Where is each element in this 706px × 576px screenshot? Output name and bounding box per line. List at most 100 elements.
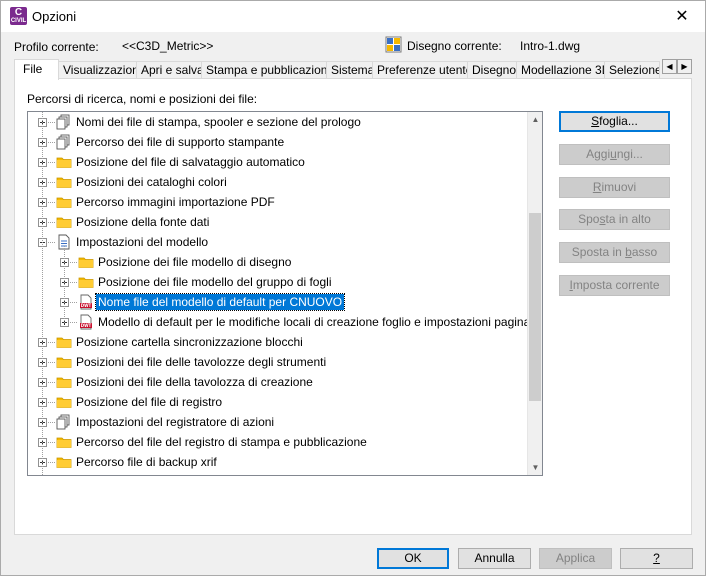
button-label-accelerator: S	[591, 114, 600, 128]
tree-row[interactable]: Posizioni dei cataloghi colori	[28, 172, 527, 192]
folder-icon	[56, 394, 72, 410]
tree-connector	[48, 442, 55, 443]
tree-row-label: Posizioni dei file della tavolozza di cr…	[76, 375, 313, 389]
remove-button[interactable]: Rimuovi	[559, 177, 670, 198]
tree-row[interactable]: Percorso del file del registro di stampa…	[28, 432, 527, 452]
scroll-thumb[interactable]	[529, 213, 541, 401]
profile-label: Profilo corrente:	[14, 40, 99, 54]
button-label-part: Sposta in	[571, 245, 626, 259]
tree-connector	[48, 402, 55, 403]
search-paths-tree[interactable]: Nomi dei file di stampa, spooler e sezio…	[27, 111, 543, 476]
app-icon-letter: C	[14, 7, 23, 18]
tab-visualizzazione[interactable]: Visualizzazione	[58, 61, 137, 79]
tab-sistema[interactable]: Sistema	[326, 61, 373, 79]
folder-icon	[56, 174, 72, 190]
apply-button[interactable]: Applica	[539, 548, 612, 569]
tree-row-label: Percorso dei file di supporto stampante	[76, 135, 285, 149]
tree-row[interactable]: Posizione della fonte dati	[28, 212, 527, 232]
move-down-button[interactable]: Sposta in basso	[559, 242, 670, 263]
file-stack-icon	[56, 134, 72, 150]
add-button[interactable]: Aggiungi...	[559, 144, 670, 165]
scroll-up-icon[interactable]: ▲	[528, 112, 542, 127]
tree-row[interactable]: DWT Modello di default per le modifiche l…	[28, 312, 530, 332]
button-label-part: Spo	[578, 212, 600, 226]
folder-icon	[56, 374, 72, 390]
tree-connector	[70, 302, 77, 303]
tree-row[interactable]: Percorso dei file di supporto stampante	[28, 132, 527, 152]
tree-row[interactable]: Posizione dei file modello di disegno	[28, 252, 527, 272]
cancel-button[interactable]: Annulla	[458, 548, 531, 569]
tree-connector	[48, 142, 55, 143]
tree-row-label: Impostazioni del modello	[76, 235, 209, 249]
file-stack-icon	[56, 414, 72, 430]
tree-row[interactable]: Posizione del file di salvataggio automa…	[28, 152, 527, 172]
close-icon[interactable]: ✕	[659, 1, 705, 32]
tree-row[interactable]: Impostazioni del modello	[28, 232, 527, 252]
button-label-part: asso	[631, 245, 658, 259]
tree-row-label: Percorso file di backup xrif	[76, 455, 217, 469]
folder-icon	[56, 334, 72, 350]
tree-row-label: Posizione dei file modello del gruppo di…	[98, 275, 332, 289]
tab-scroll-right-icon[interactable]: ▶	[677, 59, 692, 74]
help-button-label: ?	[653, 551, 660, 565]
drawing-label: Disegno corrente:	[407, 39, 502, 53]
window-title: Opzioni	[32, 9, 77, 24]
tree-row[interactable]: Posizione dei file modello del gruppo di…	[28, 272, 527, 292]
tree-connector	[42, 112, 43, 475]
button-label-accelerator: b	[625, 245, 632, 259]
tree-vertical-scrollbar[interactable]: ▲ ▼	[527, 112, 542, 475]
svg-text:DWT: DWT	[81, 323, 92, 328]
drawing-icon	[385, 36, 402, 53]
tree-row[interactable]: Nomi dei file di stampa, spooler e sezio…	[28, 112, 527, 132]
button-label-part: ngi...	[616, 147, 643, 161]
file-stack-icon	[56, 114, 72, 130]
tree-connector	[64, 246, 65, 323]
folder-icon	[56, 214, 72, 230]
tree-row-label: Posizioni dei file delle tavolozze degli…	[76, 355, 327, 369]
help-button[interactable]: ?	[620, 548, 693, 569]
tab-preferenze-utente[interactable]: Preferenze utente	[372, 61, 468, 79]
tree-connector	[48, 462, 55, 463]
tree-row-label: Percorso del file del registro di stampa…	[76, 435, 367, 449]
tab-file[interactable]: File	[14, 59, 59, 80]
tree-row-label: Posizioni dei cataloghi colori	[76, 175, 227, 189]
tree-connector	[48, 202, 55, 203]
tree-connector	[48, 362, 55, 363]
profile-value: <<C3D_Metric>>	[122, 39, 214, 53]
tree-row[interactable]: Percorso file di backup xrif	[28, 452, 527, 472]
browse-button[interactable]: Sfoglia...	[559, 111, 670, 132]
folder-icon	[56, 454, 72, 470]
tab-strip: File Visualizzazione Apri e salva Stampa…	[14, 59, 660, 80]
ok-button[interactable]: OK	[377, 548, 449, 569]
tab-apri-e-salva[interactable]: Apri e salva	[136, 61, 202, 79]
tree-row[interactable]: Posizione cartella sincronizzazione bloc…	[28, 332, 527, 352]
tree-row-label: Posizione dei file modello di disegno	[98, 255, 292, 269]
scroll-down-icon[interactable]: ▼	[528, 460, 542, 475]
options-dialog: C CIVIL Opzioni ✕ Profilo corrente: <<C3…	[0, 0, 706, 576]
drawing-value: Intro-1.dwg	[520, 39, 581, 53]
set-current-button[interactable]: Imposta corrente	[559, 275, 670, 296]
tree-connector	[48, 122, 55, 123]
folder-icon	[56, 154, 72, 170]
tree-row[interactable]: Posizioni dei file della tavolozza di cr…	[28, 372, 527, 392]
folder-icon	[78, 274, 94, 290]
tab-modellazione-3d[interactable]: Modellazione 3D	[516, 61, 605, 79]
move-up-button[interactable]: Sposta in alto	[559, 209, 670, 230]
folder-icon	[56, 194, 72, 210]
tree-row-label: Impostazioni del registratore di azioni	[76, 415, 275, 429]
tree-row[interactable]: Impostazioni del registratore di azioni	[28, 412, 527, 432]
button-label-accelerator: u	[610, 147, 617, 161]
tree-row-label: Modello di default per le modifiche loca…	[98, 315, 531, 329]
tree-connector	[48, 242, 55, 243]
tab-stampa-e-pubblicazione[interactable]: Stampa e pubblicazione	[201, 61, 327, 79]
tab-disegno[interactable]: Disegno	[467, 61, 517, 79]
folder-icon	[78, 254, 94, 270]
tree-row[interactable]: Percorso immagini importazione PDF	[28, 192, 527, 212]
tree-row[interactable]: Posizione del file di registro	[28, 392, 527, 412]
tab-scroll-left-icon[interactable]: ◀	[662, 59, 677, 74]
dwt-file-icon: DWT	[78, 314, 94, 330]
tree-row[interactable]: DWT Nome file del modello di default per …	[28, 292, 527, 312]
tab-selezione[interactable]: Selezione	[604, 61, 660, 79]
tree-row[interactable]: Posizioni dei file delle tavolozze degli…	[28, 352, 527, 372]
tree-row-label: Posizione del file di salvataggio automa…	[76, 155, 305, 169]
